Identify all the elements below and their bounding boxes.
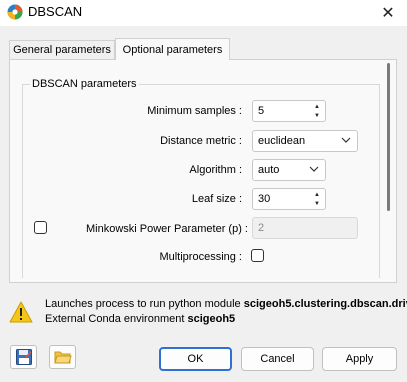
chevron-down-icon — [341, 137, 351, 143]
ok-button[interactable]: OK — [159, 347, 232, 371]
info-module-name: scigeoh5.clustering.dbscan.driver — [243, 298, 407, 310]
leaf-size-value: 30 — [258, 193, 271, 205]
info-line-module: Launches process to run python module sc… — [45, 298, 407, 310]
info-module-prefix: Launches process to run python module — [45, 298, 244, 310]
distance-metric-select[interactable]: euclidean — [252, 130, 358, 152]
min-samples-spinbox[interactable]: 5 ▲ ▼ — [252, 100, 326, 122]
group-title: DBSCAN parameters — [32, 78, 137, 90]
apply-button[interactable]: Apply — [322, 347, 397, 371]
info-line-env: External Conda environment scigeoh5 — [45, 313, 235, 325]
window-title: DBSCAN — [28, 4, 83, 19]
info-env-prefix: External Conda environment — [45, 313, 188, 325]
minkowski-label: Minkowski Power Parameter (p) : — [86, 223, 248, 235]
spin-down-icon[interactable]: ▼ — [311, 199, 323, 208]
distance-metric-value: euclidean — [258, 135, 306, 147]
chevron-down-icon — [309, 166, 319, 172]
scrollbar-thumb[interactable] — [387, 63, 390, 211]
tab-panel: DBSCAN parameters Minimum samples : 5 ▲ … — [9, 59, 397, 283]
close-button[interactable]: ✕ — [369, 0, 407, 26]
multiprocessing-label: Multiprocessing : — [159, 251, 242, 263]
minkowski-value: 2 — [258, 222, 265, 234]
leaf-size-label: Leaf size : — [191, 193, 242, 205]
distance-metric-label: Distance metric : — [160, 135, 242, 147]
spin-up-icon[interactable]: ▲ — [311, 102, 323, 111]
tab-optional-parameters[interactable]: Optional parameters — [115, 38, 230, 60]
multiprocessing-checkbox[interactable] — [251, 249, 264, 262]
app-logo-icon — [7, 4, 23, 20]
min-samples-value: 5 — [258, 105, 265, 117]
spin-up-icon[interactable]: ▲ — [311, 190, 323, 199]
cancel-button[interactable]: Cancel — [241, 347, 314, 371]
info-env-name: scigeoh5 — [187, 313, 236, 325]
title-bar: DBSCAN ✕ — [0, 0, 407, 26]
tab-general-parameters[interactable]: General parameters — [9, 40, 115, 59]
spin-buttons: ▲ ▼ — [311, 190, 323, 208]
spin-down-icon[interactable]: ▼ — [311, 111, 323, 120]
save-settings-button[interactable] — [10, 345, 37, 369]
load-settings-button[interactable] — [49, 345, 76, 369]
save-disk-icon — [15, 349, 32, 365]
algorithm-value: auto — [258, 164, 280, 176]
minkowski-field: 2 — [252, 217, 358, 239]
min-samples-label: Minimum samples : — [147, 105, 242, 117]
leaf-size-spinbox[interactable]: 30 ▲ ▼ — [252, 188, 326, 210]
algorithm-label: Algorithm : — [189, 164, 242, 176]
vertical-scrollbar[interactable] — [383, 61, 395, 281]
minkowski-enable-checkbox[interactable] — [34, 221, 47, 234]
spin-buttons: ▲ ▼ — [311, 102, 323, 120]
folder-open-icon — [53, 351, 72, 364]
info-bar: Launches process to run python module sc… — [0, 293, 407, 333]
algorithm-select[interactable]: auto — [252, 159, 326, 181]
warning-icon — [9, 301, 33, 323]
close-icon: ✕ — [381, 5, 395, 22]
